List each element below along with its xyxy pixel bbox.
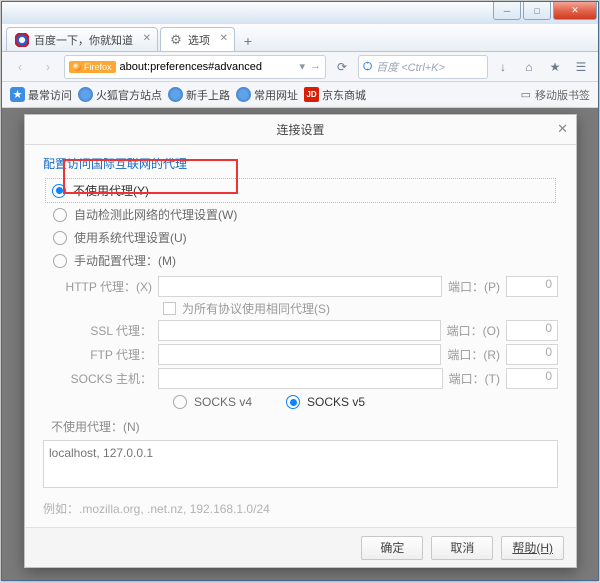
socks-input[interactable]: [158, 368, 443, 389]
dialog-buttons: 确定 取消 帮助(H): [25, 527, 576, 567]
port-label: 端口：(T): [443, 370, 506, 387]
dialog-title: 连接设置 ✕: [25, 115, 576, 145]
help-button[interactable]: 帮助(H): [501, 536, 564, 560]
same-proxy-checkbox[interactable]: 为所有协议使用相同代理(S): [163, 300, 558, 317]
cancel-button[interactable]: 取消: [431, 536, 493, 560]
example-text: 例如：.mozilla.org, .net.nz, 192.168.1.0/24: [43, 500, 558, 517]
search-engine-icon: Ѻ: [363, 61, 372, 73]
radio-socks5[interactable]: SOCKS v5: [276, 392, 365, 412]
no-proxy-label: 不使用代理：(N): [51, 418, 558, 435]
navbar: ‹ › Firefox about:preferences#advanced ▾…: [2, 52, 598, 82]
port-label: 端口：(O): [441, 322, 506, 339]
dialog-close-button[interactable]: ✕: [557, 121, 568, 137]
connection-settings-dialog: 连接设置 ✕ 配置访问国际互联网的代理 不使用代理(Y) 自动检测此网络的代理设…: [24, 114, 577, 568]
ftp-label: FTP 代理：: [63, 346, 158, 363]
go-icon[interactable]: →: [310, 60, 321, 73]
radio-icon: [53, 231, 67, 245]
minimize-button[interactable]: ─: [493, 2, 521, 20]
radio-icon: [53, 254, 67, 268]
radio-system[interactable]: 使用系统代理设置(U): [43, 226, 558, 249]
close-icon[interactable]: ✕: [220, 33, 228, 44]
radio-autodetect[interactable]: 自动检测此网络的代理设置(W): [43, 203, 558, 226]
maximize-button[interactable]: □: [523, 2, 551, 20]
titlebar: ─ □ ✕: [2, 2, 598, 24]
mobile-icon: ▭: [521, 88, 531, 101]
search-box[interactable]: Ѻ 百度 <Ctrl+K>: [358, 55, 488, 79]
tabstrip: 百度一下，你就知道 ✕ ⚙ 选项 ✕ +: [2, 24, 598, 52]
ftp-input[interactable]: [158, 344, 441, 365]
port-label: 端口：(P): [442, 278, 506, 295]
firefox-icon: [236, 87, 251, 102]
new-tab-button[interactable]: +: [237, 31, 259, 51]
dialog-subtitle: 配置访问国际互联网的代理: [43, 155, 558, 172]
bm-newbie[interactable]: 新手上路: [168, 87, 230, 103]
http-port-input[interactable]: 0: [506, 276, 558, 297]
ftp-port-input[interactable]: 0: [506, 344, 558, 365]
bookmark-bar: ★最常访问 火狐官方站点 新手上路 常用网址 JD京东商城 ▭移动版书签: [2, 82, 598, 108]
tab-label: 选项: [188, 32, 210, 48]
dialog-body: 配置访问国际互联网的代理 不使用代理(Y) 自动检测此网络的代理设置(W) 使用…: [25, 145, 576, 527]
forward-button[interactable]: ›: [36, 55, 60, 79]
ssl-port-input[interactable]: 0: [506, 320, 558, 341]
radio-icon: [286, 395, 300, 409]
http-input[interactable]: [158, 276, 442, 297]
url-bar[interactable]: Firefox about:preferences#advanced ▾ →: [64, 55, 326, 79]
socks-port-input[interactable]: 0: [506, 368, 558, 389]
radio-icon: [52, 184, 66, 198]
radio-socks4[interactable]: SOCKS v4: [163, 392, 252, 412]
close-icon[interactable]: ✕: [143, 33, 151, 44]
home-button[interactable]: ⌂: [518, 56, 540, 78]
dropdown-icon[interactable]: ▾: [299, 60, 305, 73]
checkbox-icon: [163, 302, 176, 315]
search-placeholder: 百度 <Ctrl+K>: [376, 59, 445, 75]
firefox-badge: Firefox: [69, 61, 116, 73]
download-button[interactable]: ↓: [492, 56, 514, 78]
http-label: HTTP 代理：(X): [63, 278, 158, 295]
ssl-input[interactable]: [158, 320, 441, 341]
ssl-label: SSL 代理：: [63, 322, 158, 339]
radio-manual[interactable]: 手动配置代理：(M): [43, 249, 558, 272]
gear-icon: ⚙: [169, 33, 183, 47]
jd-icon: JD: [304, 87, 319, 102]
baidu-favicon: [15, 33, 29, 47]
bm-most-visited[interactable]: ★最常访问: [10, 87, 72, 103]
window-close-button[interactable]: ✕: [553, 2, 597, 20]
bm-firefox[interactable]: 火狐官方站点: [78, 87, 162, 103]
radio-icon: [173, 395, 187, 409]
socks-label: SOCKS 主机：: [63, 370, 158, 387]
bm-jd[interactable]: JD京东商城: [304, 87, 366, 103]
radio-icon: [53, 208, 67, 222]
no-proxy-input[interactable]: [43, 440, 558, 488]
bookmarks-button[interactable]: ★: [544, 56, 566, 78]
window: ─ □ ✕ 百度一下，你就知道 ✕ ⚙ 选项 ✕ + ‹ › Firefox a…: [1, 1, 599, 581]
radio-no-proxy[interactable]: 不使用代理(Y): [45, 178, 556, 203]
firefox-icon: [168, 87, 183, 102]
tab-label: 百度一下，你就知道: [34, 32, 133, 48]
star-icon: ★: [10, 87, 25, 102]
port-label: 端口：(R): [441, 346, 506, 363]
manual-proxy-fields: HTTP 代理：(X) 端口：(P) 0 为所有协议使用相同代理(S) SSL …: [63, 276, 558, 412]
tab-options[interactable]: ⚙ 选项 ✕: [160, 27, 235, 51]
reload-button[interactable]: ⟳: [330, 55, 354, 79]
back-button[interactable]: ‹: [8, 55, 32, 79]
bm-common[interactable]: 常用网址: [236, 87, 298, 103]
url-text: about:preferences#advanced: [120, 61, 263, 73]
bm-mobile[interactable]: ▭移动版书签: [521, 87, 590, 103]
tab-baidu[interactable]: 百度一下，你就知道 ✕: [6, 27, 158, 51]
menu-button[interactable]: ☰: [570, 56, 592, 78]
firefox-icon: [78, 87, 93, 102]
content-area: 连接设置 ✕ 配置访问国际互联网的代理 不使用代理(Y) 自动检测此网络的代理设…: [2, 108, 598, 580]
ok-button[interactable]: 确定: [361, 536, 423, 560]
